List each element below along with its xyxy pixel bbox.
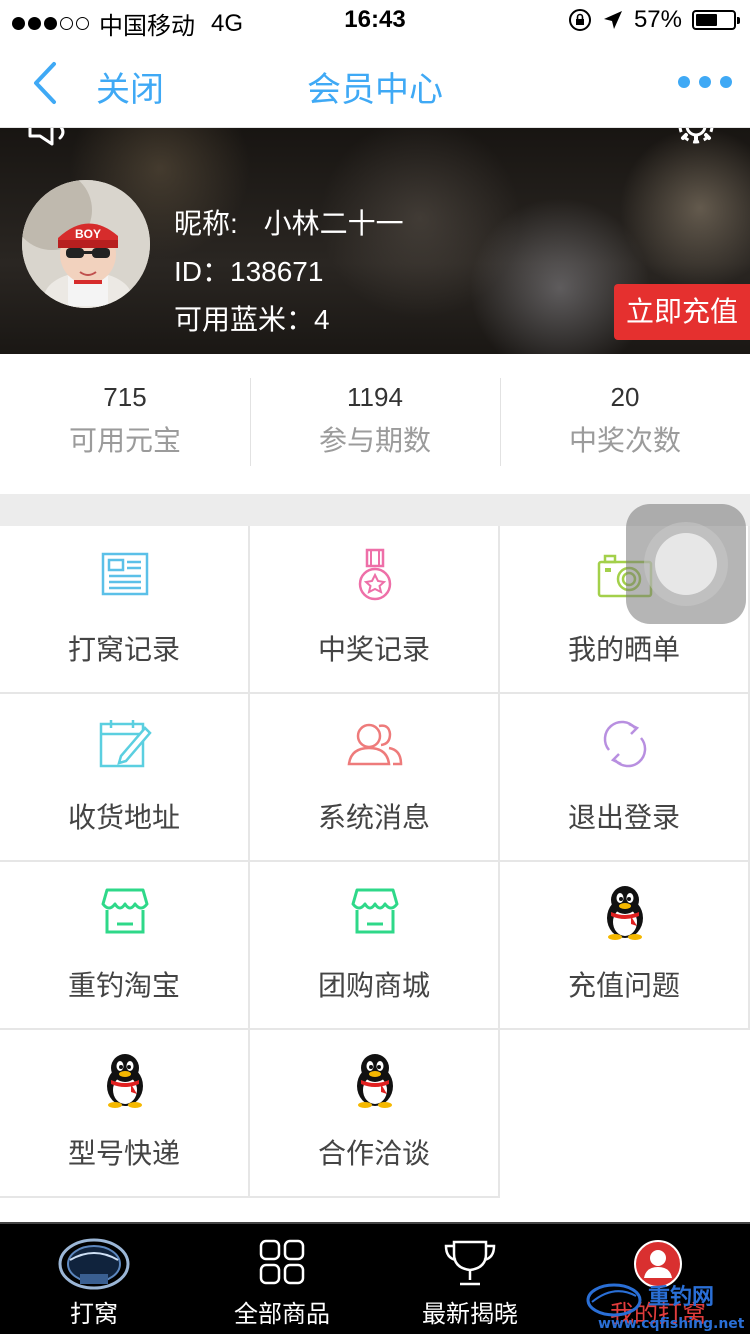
- battery-icon: [692, 10, 740, 30]
- medal-icon: [358, 548, 392, 601]
- qq-penguin-icon: [107, 1054, 143, 1108]
- more-options-icon[interactable]: [678, 76, 732, 88]
- available-rice: 可用蓝米：4: [174, 304, 330, 335]
- brand-logo-icon: [58, 1238, 130, 1290]
- menu-item-bait-records[interactable]: 打窝记录: [0, 526, 250, 694]
- watermark-url: www.cqfishing.net: [598, 1316, 744, 1332]
- menu-label: 打窝记录: [67, 634, 180, 665]
- menu-label: 重钓淘宝: [67, 970, 180, 1001]
- store-icon: [351, 888, 399, 934]
- menu-label: 我的晒单: [567, 634, 680, 665]
- document-icon: [101, 552, 149, 596]
- settings-gear-icon[interactable]: [672, 128, 720, 148]
- menu-item-system-messages[interactable]: 系统消息: [250, 694, 500, 862]
- battery-percent: 57%: [633, 6, 682, 33]
- store-icon: [101, 888, 149, 934]
- menu-label: 充值问题: [567, 970, 680, 1001]
- menu-item-win-records[interactable]: 中奖记录: [250, 526, 500, 694]
- rotation-lock-icon: [568, 9, 591, 31]
- tab-label: 最新揭晓: [422, 1301, 518, 1328]
- menu-label: 系统消息: [317, 802, 430, 833]
- stat-label: 可用元宝: [68, 425, 181, 456]
- tab-latest-reveal[interactable]: 最新揭晓: [376, 1224, 564, 1334]
- menu-item-group-buy-mall[interactable]: 团购商城: [250, 862, 500, 1030]
- menu-label: 型号快递: [67, 1138, 180, 1169]
- qq-penguin-icon: [607, 886, 643, 940]
- status-bar: 中国移动 4G 16:43 57%: [0, 0, 750, 40]
- avatar-cap-text: BOY: [75, 227, 101, 241]
- avatar-image: BOY: [22, 180, 150, 308]
- stat-value: 20: [610, 382, 640, 412]
- menu-label: 团购商城: [317, 970, 430, 1001]
- trophy-icon: [444, 1240, 496, 1286]
- menu-label: 退出登录: [567, 802, 680, 833]
- tab-bait[interactable]: 打窝: [0, 1224, 188, 1334]
- stat-wins[interactable]: 20 中奖次数: [500, 354, 750, 494]
- tab-label: 全部商品: [234, 1301, 330, 1328]
- nickname-value: 小林二十一: [263, 208, 404, 239]
- watermark-brand: 重钓网: [648, 1284, 714, 1310]
- menu-label: 收货地址: [67, 802, 180, 833]
- profile-banner: BOY 昵称: 小林二十一 ID：138671 可用蓝米：4 立即充值: [0, 128, 750, 354]
- menu-item-shipping-address[interactable]: 收货地址: [0, 694, 250, 862]
- stat-label: 中奖次数: [568, 425, 681, 456]
- site-watermark-logo: 重钓网 www.cqfishing.net: [586, 1283, 744, 1332]
- calendar-edit-icon: [99, 720, 152, 768]
- users-icon: [347, 723, 403, 766]
- status-right: 57%: [568, 6, 740, 34]
- nickname-row: 昵称: 小林二十一: [174, 202, 404, 242]
- tab-label: 打窝: [70, 1301, 118, 1328]
- assistive-touch-core: [655, 533, 717, 595]
- stat-value: 1194: [347, 382, 403, 412]
- menu-item-recharge-issues[interactable]: 充值问题: [500, 862, 750, 1030]
- assistive-touch-button[interactable]: [626, 504, 746, 624]
- menu-label: 中奖记录: [317, 634, 430, 665]
- stat-ingots[interactable]: 715 可用元宝: [0, 354, 250, 494]
- stat-label: 参与期数: [318, 425, 431, 456]
- refresh-icon: [603, 720, 647, 768]
- page-title: 会员中心: [307, 71, 443, 109]
- qq-penguin-icon: [357, 1054, 393, 1108]
- nav-bar: 关闭 会员中心: [0, 40, 750, 128]
- stat-periods[interactable]: 1194 参与期数: [250, 354, 500, 494]
- avatar[interactable]: BOY: [22, 180, 150, 308]
- menu-item-logout[interactable]: 退出登录: [500, 694, 750, 862]
- menu-label: 合作洽谈: [317, 1138, 430, 1169]
- grid-icon: [259, 1239, 305, 1285]
- stat-value: 715: [103, 382, 147, 412]
- speaker-icon[interactable]: [26, 128, 76, 148]
- tab-all-products[interactable]: 全部商品: [188, 1224, 376, 1334]
- battery-fill: [696, 14, 717, 26]
- menu-item-cooperation[interactable]: 合作洽谈: [250, 1030, 500, 1198]
- user-id: ID：138671: [174, 256, 324, 287]
- nickname-label: 昵称:: [174, 208, 238, 239]
- menu-item-model-express[interactable]: 型号快递: [0, 1030, 250, 1198]
- recharge-button[interactable]: 立即充值: [614, 284, 750, 340]
- menu-item-taobao-store[interactable]: 重钓淘宝: [0, 862, 250, 1030]
- stats-row: 715 可用元宝 1194 参与期数 20 中奖次数: [0, 354, 750, 494]
- location-arrow-icon: [603, 11, 622, 29]
